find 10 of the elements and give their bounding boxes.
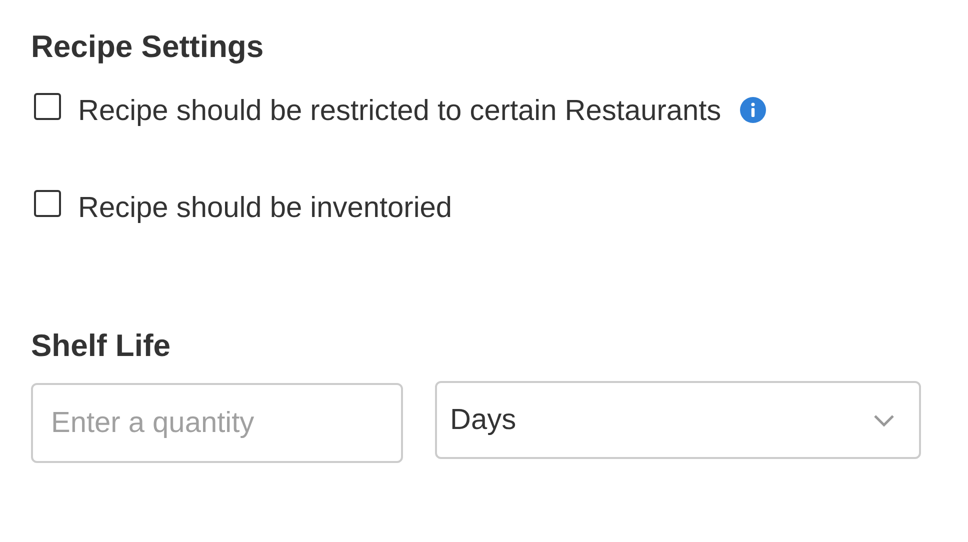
checkbox-label: Recipe should be inventoried: [78, 192, 452, 224]
section-heading: Recipe Settings: [31, 28, 265, 66]
checkbox[interactable]: [34, 190, 61, 216]
unit-dropdown[interactable]: Days: [435, 381, 921, 459]
checkbox[interactable]: [34, 92, 61, 120]
section-heading: Shelf Life: [31, 327, 172, 365]
checkbox-label: Recipe should be restricted to certain Restaurants: [78, 94, 722, 128]
info-icon[interactable]: [740, 97, 766, 123]
quantity-field[interactable]: Enter a quantity: [31, 383, 403, 463]
chevron-down-icon: [873, 414, 895, 426]
